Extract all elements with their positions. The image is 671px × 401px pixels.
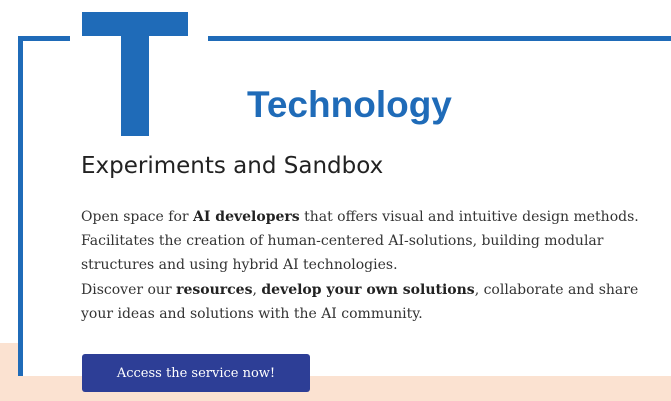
invitation-paragraph: Discover our resources, develop your own… xyxy=(81,278,661,326)
section-heading: Experiments and Sandbox xyxy=(81,153,384,179)
access-service-button[interactable]: Access the service now! xyxy=(82,354,310,392)
description-text: Open space for xyxy=(81,209,194,225)
category-title: Technology xyxy=(247,84,452,125)
description-paragraph: Open space for AI developers that offers… xyxy=(81,205,661,277)
invitation-emphasis-develop: develop your own solutions xyxy=(261,282,475,298)
invitation-emphasis-resources: resources xyxy=(176,282,253,298)
letter-t-icon-stem xyxy=(121,12,149,136)
description-emphasis: AI developers xyxy=(193,209,300,225)
invitation-text: Discover our xyxy=(81,282,177,298)
